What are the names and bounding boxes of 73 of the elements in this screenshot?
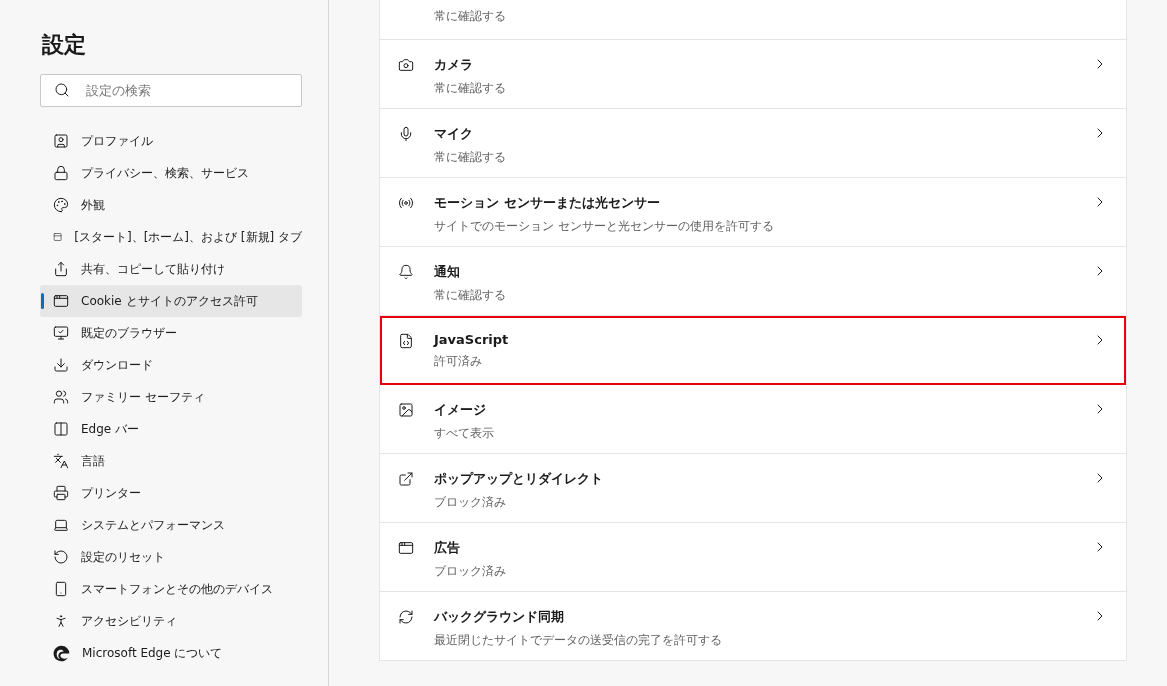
sidebar-item[interactable]: 共有、コピーして貼り付け	[40, 253, 302, 285]
permission-title: JavaScript	[434, 332, 510, 347]
permission-status: 常に確認する	[434, 80, 507, 97]
settings-title: 設定	[42, 31, 87, 59]
reset-icon	[53, 549, 69, 565]
sidebar-item[interactable]: アクセシビリティ	[40, 605, 302, 637]
image-icon	[398, 402, 414, 418]
share-icon	[53, 261, 69, 277]
sidebar-item[interactable]: ダウンロード	[40, 349, 302, 381]
permission-title: バックグラウンド同期	[434, 608, 565, 626]
permission-row[interactable]: 常に確認する	[380, 0, 1126, 40]
sidebar-item[interactable]: スマートフォンとその他のデバイス	[40, 573, 302, 605]
code-file-icon	[398, 333, 414, 349]
phone-icon	[53, 581, 69, 597]
people-icon	[53, 389, 69, 405]
permission-status: サイトでのモーション センサーと光センサーの使用を許可する	[434, 218, 775, 235]
sidebar-item[interactable]: 設定のリセット	[40, 541, 302, 573]
microphone-icon	[398, 126, 414, 142]
sidebar-item[interactable]: プリンター	[40, 477, 302, 509]
sidebar-item[interactable]: システムとパフォーマンス	[40, 509, 302, 541]
permission-status: ブロック済み	[434, 494, 507, 511]
permission-title: ポップアップとリダイレクト	[434, 470, 604, 488]
permission-row[interactable]: イメージ すべて表示	[380, 385, 1126, 454]
bell-icon	[398, 264, 414, 280]
profile-icon	[53, 133, 69, 149]
sidebar-item[interactable]: 既定のブラウザー	[40, 317, 302, 349]
permission-row[interactable]: モーション センサーまたは光センサー サイトでのモーション センサーと光センサーの使用を許可する	[380, 178, 1126, 247]
sidebar-item[interactable]: 外観	[40, 189, 302, 221]
printer-icon	[53, 485, 69, 501]
browser-logo-icon	[53, 644, 70, 662]
permission-title: 通知	[434, 263, 461, 281]
permission-title: モーション センサーまたは光センサー	[434, 194, 661, 212]
permission-title: 広告	[434, 539, 461, 557]
palette-icon	[53, 197, 69, 213]
camera-icon	[398, 57, 414, 73]
permission-status: 常に確認する	[434, 8, 507, 25]
sensor-icon	[398, 195, 414, 211]
permission-status: すべて表示	[434, 425, 495, 442]
sync-icon	[398, 609, 414, 625]
permission-row[interactable]: バックグラウンド同期 最近閉じたサイトでデータの送受信の完了を許可する	[380, 592, 1126, 661]
sidebar-item[interactable]: 言語	[40, 445, 302, 477]
permission-row[interactable]: ポップアップとリダイレクト ブロック済み	[380, 454, 1126, 523]
permission-title: カメラ	[434, 56, 474, 74]
sidebar-item[interactable]: [スタート]、[ホーム]、および [新規] タブ	[40, 221, 302, 253]
permission-title: イメージ	[434, 401, 487, 419]
external-link-icon	[398, 471, 414, 487]
sidebar-item[interactable]: プライバシー、検索、サービス	[40, 157, 302, 189]
sidebar-item[interactable]: Cookie とサイトのアクセス許可	[40, 285, 302, 317]
panel-icon	[53, 421, 69, 437]
permission-row[interactable]: 広告 ブロック済み	[380, 523, 1126, 592]
search-field[interactable]: 設定の検索	[40, 74, 302, 107]
sidebar-item[interactable]: プロファイル	[40, 125, 302, 157]
language-icon	[53, 453, 69, 469]
search-icon	[54, 82, 70, 98]
selection-bar	[41, 293, 44, 309]
permission-status: ブロック済み	[434, 563, 507, 580]
permission-row[interactable]: マイク 常に確認する	[380, 109, 1126, 178]
download-icon	[53, 357, 69, 373]
permission-status: 常に確認する	[434, 149, 507, 166]
permission-status: 常に確認する	[434, 287, 507, 304]
laptop-icon	[53, 517, 69, 533]
permission-row[interactable]: カメラ 常に確認する	[380, 40, 1126, 109]
sidebar-item[interactable]: ファミリー セーフティ	[40, 381, 302, 413]
sidebar-item[interactable]: Edge バー	[40, 413, 302, 445]
lock-icon	[53, 165, 69, 181]
permission-row[interactable]: 通知 常に確認する	[380, 247, 1126, 316]
accessibility-icon	[53, 613, 69, 629]
window-icon	[398, 540, 414, 556]
permission-status: 最近閉じたサイトでデータの送受信の完了を許可する	[434, 632, 723, 649]
sidebar-item[interactable]: Microsoft Edge について	[40, 637, 302, 669]
permission-title: マイク	[434, 125, 474, 143]
permission-status: 許可済み	[434, 353, 483, 370]
permission-row[interactable]: JavaScript 許可済み	[380, 316, 1126, 385]
